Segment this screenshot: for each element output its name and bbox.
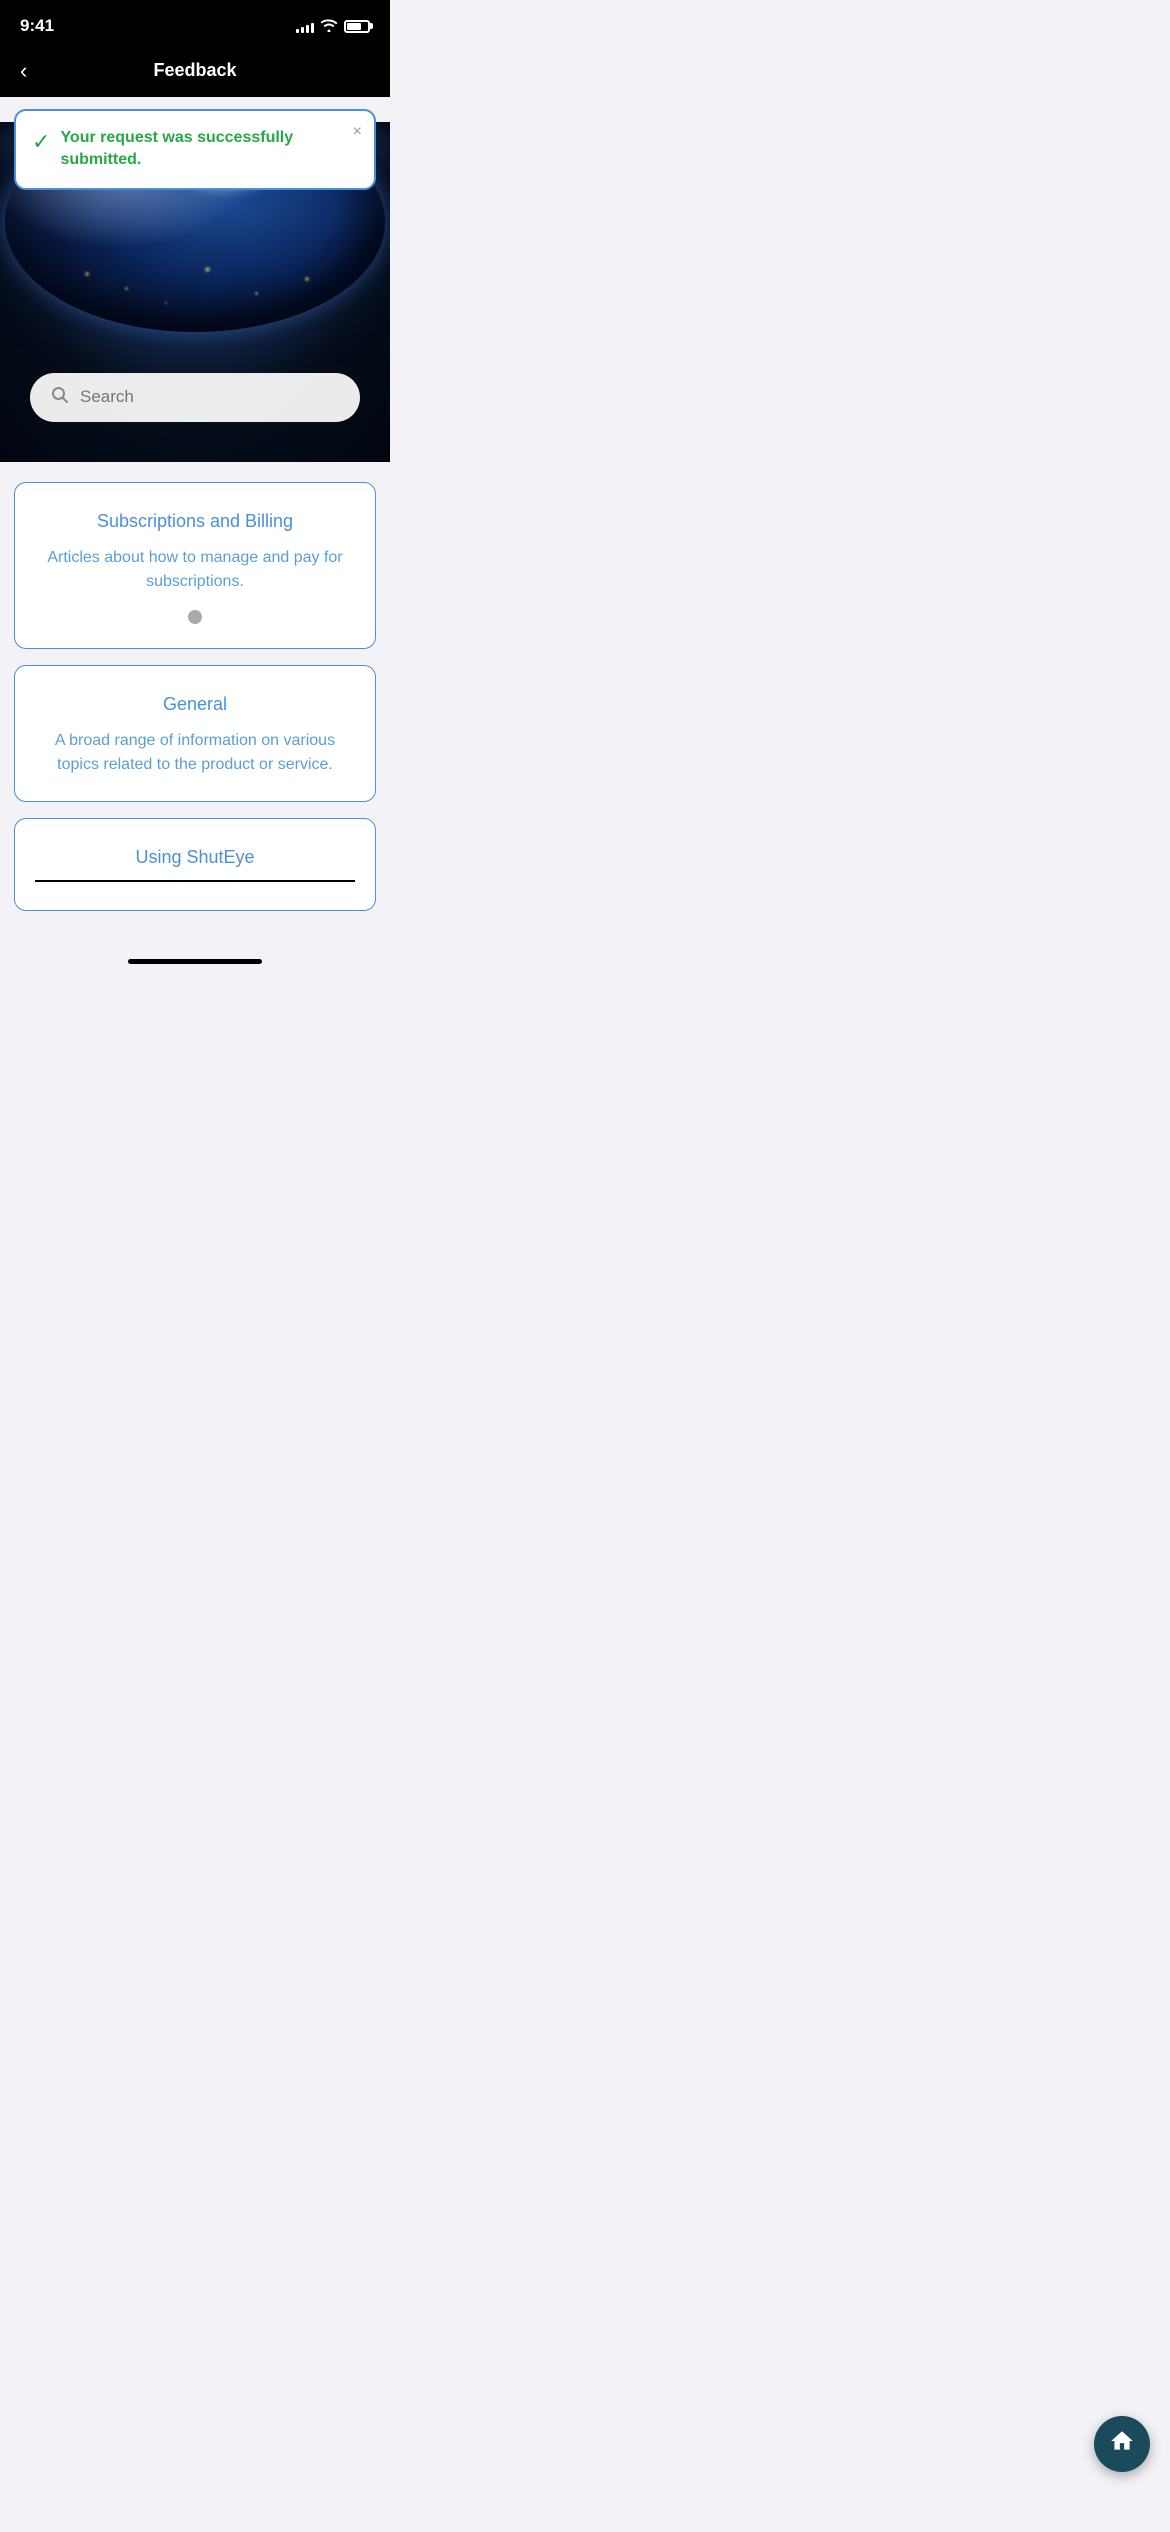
category-title-general: General <box>35 694 355 715</box>
search-bar[interactable] <box>30 373 360 422</box>
success-banner: ✓ Your request was successfully submitte… <box>14 109 376 190</box>
search-icon <box>50 385 70 410</box>
category-card-shuteye[interactable]: Using ShutEye <box>14 818 376 911</box>
city-lights <box>5 252 385 352</box>
success-message: Your request was successfully submitted. <box>60 127 334 172</box>
category-card-general[interactable]: General A broad range of information on … <box>14 665 376 802</box>
card-dot-subscriptions <box>188 610 202 624</box>
category-card-subscriptions[interactable]: Subscriptions and Billing Articles about… <box>14 482 376 649</box>
signal-icon <box>296 19 314 33</box>
home-icon <box>1109 2428 1135 2460</box>
category-title-subscriptions: Subscriptions and Billing <box>35 511 355 532</box>
nav-bar: ‹ Feedback <box>0 48 390 97</box>
wifi-icon <box>320 18 338 35</box>
category-desc-general: A broad range of information on various … <box>35 729 355 777</box>
search-input[interactable] <box>80 387 340 407</box>
home-fab-button[interactable] <box>1094 2416 1150 2472</box>
status-icons <box>296 18 370 35</box>
category-title-shuteye: Using ShutEye <box>35 847 355 882</box>
battery-icon <box>344 20 370 33</box>
close-banner-button[interactable]: × <box>353 123 362 141</box>
content-area: Subscriptions and Billing Articles about… <box>0 462 390 951</box>
category-desc-subscriptions: Articles about how to manage and pay for… <box>35 546 355 594</box>
search-container <box>30 373 360 422</box>
success-icon: ✓ <box>32 129 50 155</box>
page-title: Feedback <box>153 60 236 81</box>
status-bar: 9:41 <box>0 0 390 48</box>
home-indicator <box>128 959 262 964</box>
back-button[interactable]: ‹ <box>20 58 27 84</box>
status-time: 9:41 <box>20 16 54 36</box>
